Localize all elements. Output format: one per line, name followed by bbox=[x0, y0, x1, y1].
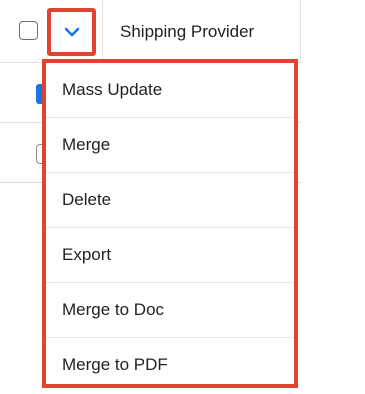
actions-dropdown-menu: Mass Update Merge Delete Export Merge to… bbox=[42, 59, 298, 388]
menu-item-merge[interactable]: Merge bbox=[46, 118, 294, 173]
column-header-shipping-provider[interactable]: Shipping Provider bbox=[120, 22, 254, 42]
menu-item-label: Delete bbox=[62, 190, 112, 209]
menu-item-label: Export bbox=[62, 245, 112, 264]
menu-item-delete[interactable]: Delete bbox=[46, 173, 294, 228]
menu-item-label: Mass Update bbox=[62, 80, 163, 99]
actions-dropdown-toggle[interactable] bbox=[47, 8, 96, 56]
menu-item-mass-update[interactable]: Mass Update bbox=[46, 63, 294, 118]
chevron-down-icon bbox=[64, 27, 79, 37]
column-divider bbox=[102, 0, 103, 63]
menu-item-merge-to-doc[interactable]: Merge to Doc bbox=[46, 283, 294, 338]
menu-item-label: Merge to PDF bbox=[62, 355, 168, 374]
list-header-row: Shipping Provider bbox=[0, 0, 301, 63]
menu-item-label: Merge to Doc bbox=[62, 300, 165, 319]
menu-item-merge-to-pdf[interactable]: Merge to PDF bbox=[46, 338, 294, 393]
menu-item-label: Merge bbox=[62, 135, 111, 154]
select-all-checkbox[interactable] bbox=[19, 21, 38, 40]
menu-item-export[interactable]: Export bbox=[46, 228, 294, 283]
